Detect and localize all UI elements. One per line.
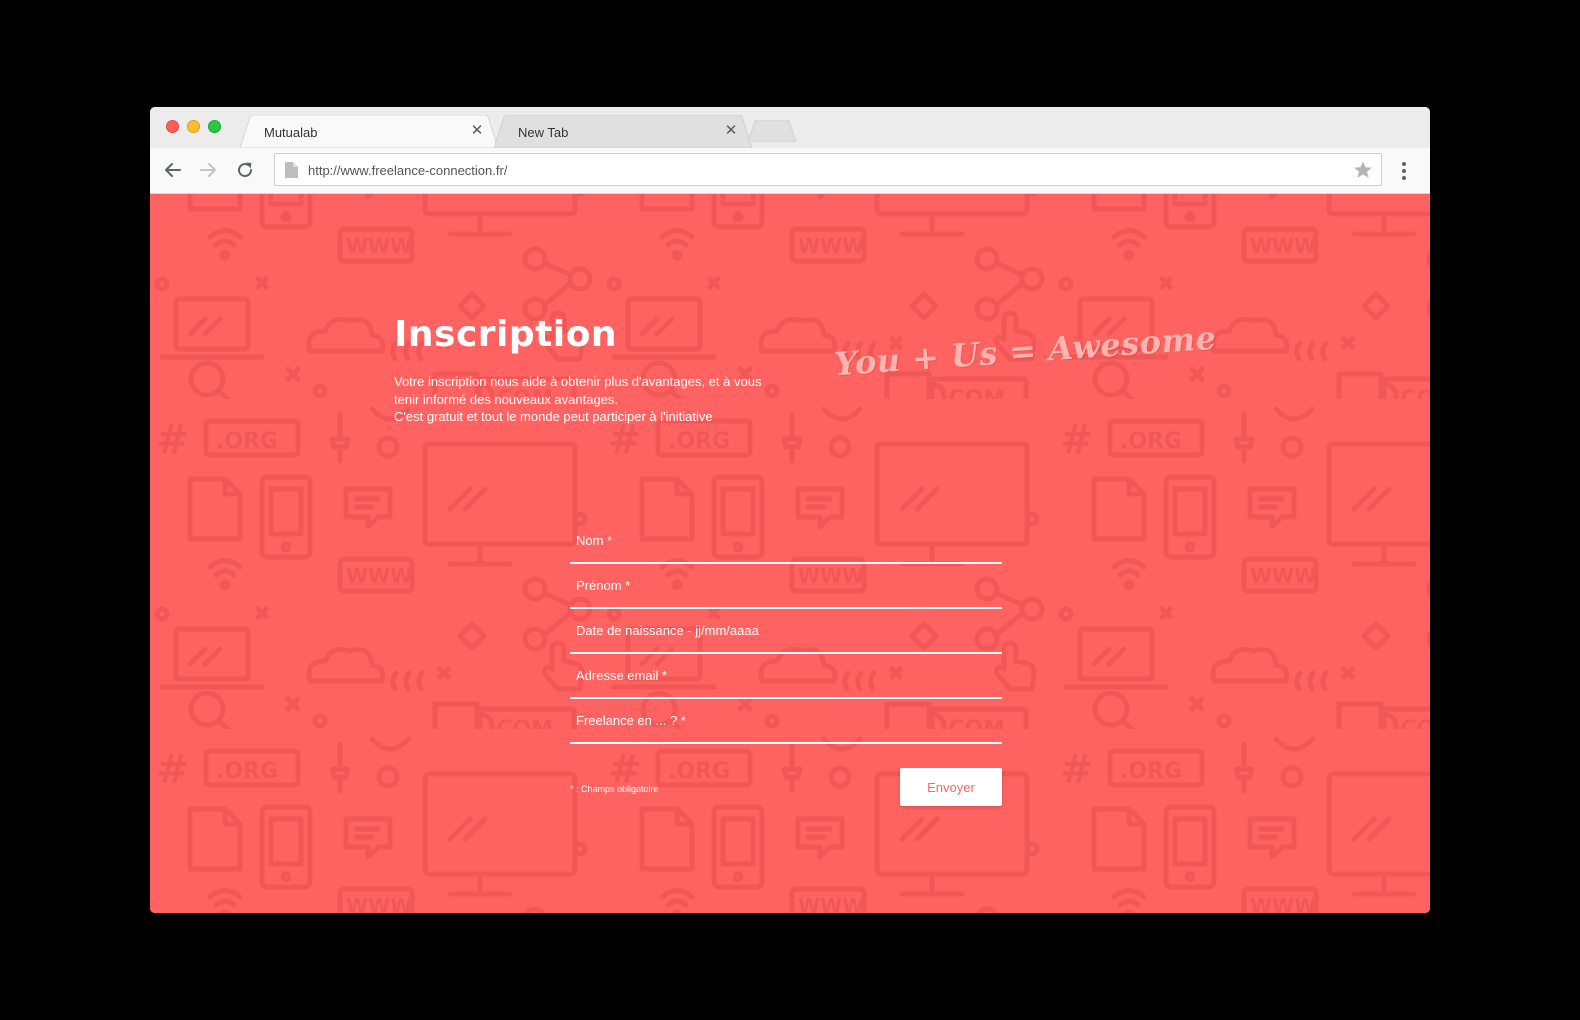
url-text: http://www.freelance-connection.fr/ [308,163,508,178]
field-label: Freelance en ... ? * [576,713,686,728]
prenom-field[interactable]: Prénom * [570,565,1002,609]
email-field[interactable]: Adresse email * [570,655,1002,699]
birthdate-field[interactable]: Date de naissance - jj/mm/aaaa [570,610,1002,654]
field-label: Adresse email * [576,668,668,683]
field-label: Nom * [576,533,613,548]
close-icon[interactable]: ✕ [470,123,484,138]
tab-label: Mutualab [264,125,318,140]
reload-button[interactable] [234,159,256,181]
close-window-button[interactable] [166,120,179,133]
back-button[interactable] [162,159,184,181]
arrow-left-icon [165,163,181,177]
forward-button[interactable] [197,159,219,181]
more-vertical-icon[interactable] [1394,160,1414,182]
form-footer: * : Champs obligatoire Envoyer [570,768,1002,808]
field-label: Date de naissance - jj/mm/aaaa [576,623,759,638]
tab-bar: Mutualab ✕ New Tab ✕ [150,107,1430,148]
intro-description: Votre inscription nous aide à obtenir pl… [394,373,794,426]
registration-form: Nom * Prénom * Date de naissance - jj/mm… [570,520,1002,808]
arrow-right-icon [200,163,216,177]
browser-window: Mutualab ✕ New Tab ✕ http://www.freelanc… [150,107,1430,913]
tab-label: New Tab [518,125,569,140]
description-line: Votre inscription nous aide à obtenir pl… [394,374,762,389]
page-title: Inscription [394,314,618,355]
description-line: tenir informé des nouveaux avantages. [394,391,619,407]
new-tab-button[interactable] [748,120,796,142]
minimize-window-button[interactable] [187,120,200,133]
intro-section: Inscription Votre inscription nous aide … [394,314,794,426]
freelance-field[interactable]: Freelance en ... ? * [570,700,1002,744]
star-icon[interactable] [1353,160,1373,180]
maximize-window-button[interactable] [208,120,221,133]
submit-button[interactable]: Envoyer [900,768,1002,806]
close-icon[interactable]: ✕ [724,123,738,138]
description-line: C'est gratuit et tout le monde peut part… [394,409,713,424]
nom-field[interactable]: Nom * [570,520,1002,564]
page-icon [285,162,298,178]
field-label: Prénom * [576,578,631,593]
page-viewport: # .ORG [150,194,1430,913]
reload-icon [238,162,253,178]
tab-mutualab[interactable]: Mutualab ✕ [240,115,498,148]
address-bar[interactable]: http://www.freelance-connection.fr/ [274,153,1382,186]
toolbar: http://www.freelance-connection.fr/ [150,148,1430,194]
tab-new-tab[interactable]: New Tab ✕ [494,115,752,148]
required-note: * : Champs obligatoire [570,784,659,794]
